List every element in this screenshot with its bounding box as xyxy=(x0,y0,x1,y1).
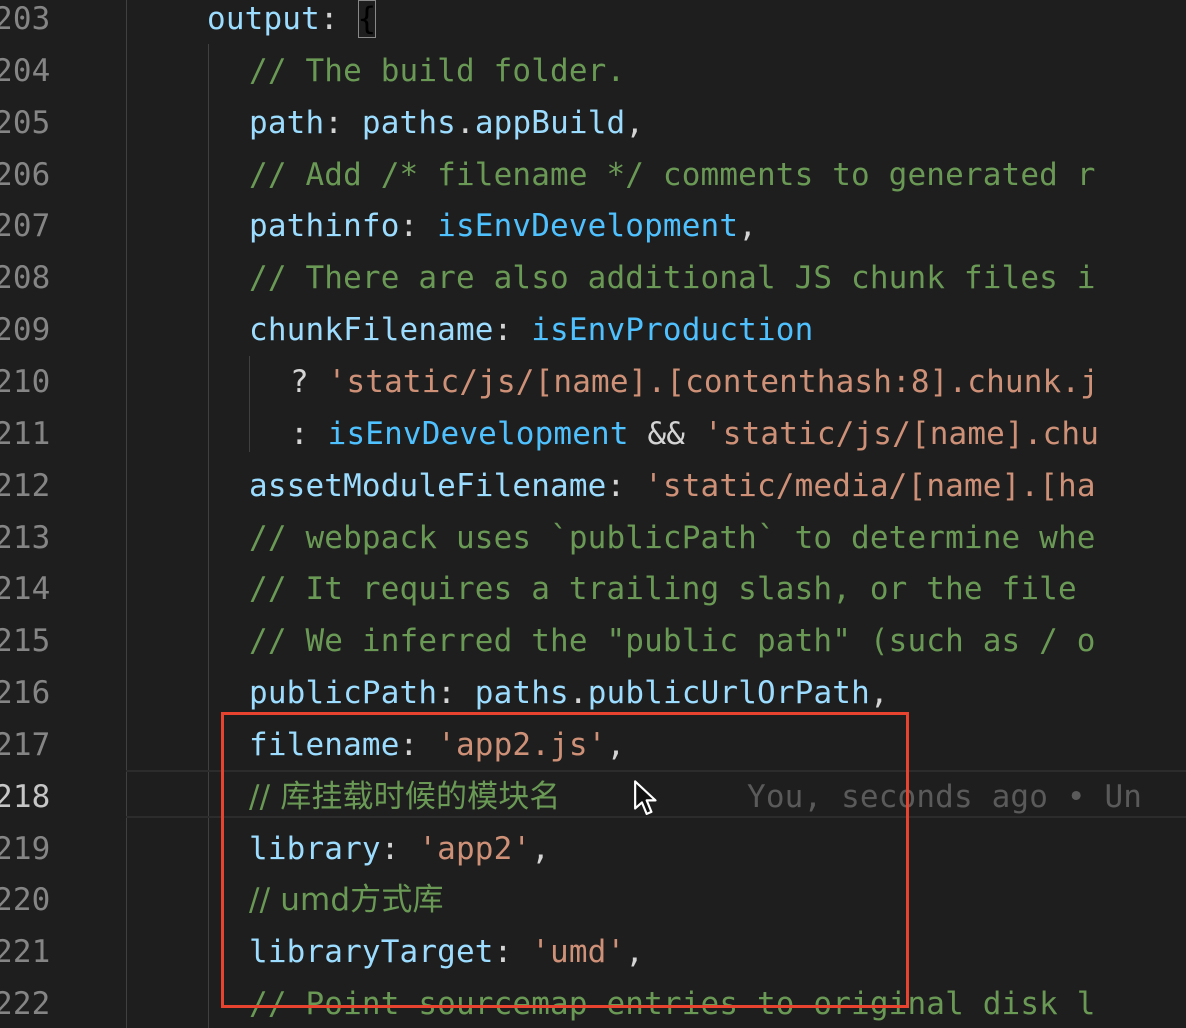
line-number: 215 xyxy=(0,623,51,660)
line-number: 203 xyxy=(0,1,51,37)
code-token: // We inferred the "public path" (such a… xyxy=(249,623,1096,660)
line-number: 207 xyxy=(0,208,51,245)
code-text[interactable]: // webpack uses `publicPath` to determin… xyxy=(249,519,1096,571)
code-text[interactable]: // There are also additional JS chunk fi… xyxy=(249,259,1096,311)
line-number: 210 xyxy=(0,363,51,400)
code-token: , xyxy=(869,675,889,712)
code-token: 'static/js/[name].[contenthash:8].chunk.… xyxy=(327,363,1099,400)
code-token: 'static/media/[name].[ha xyxy=(644,467,1096,504)
code-token: isEnvProduction xyxy=(531,312,814,349)
line-number: 211 xyxy=(0,415,51,452)
code-token: : xyxy=(319,1,358,37)
code-token: publicUrlOrPath xyxy=(587,675,870,712)
code-token: output xyxy=(207,1,320,37)
code-token: : xyxy=(324,104,362,141)
code-token: : xyxy=(437,675,475,712)
code-text[interactable]: // The build folder. xyxy=(249,52,625,104)
annotation-highlight-box xyxy=(221,712,909,1008)
code-text[interactable]: : isEnvDevelopment && 'static/js/[name].… xyxy=(290,415,1099,467)
line-number: 205 xyxy=(0,104,51,141)
line-number: 212 xyxy=(0,467,51,504)
line-number: 206 xyxy=(0,156,51,193)
code-token: assetModuleFilename xyxy=(249,467,607,504)
line-number: 217 xyxy=(0,726,51,763)
code-line[interactable]: 210? 'static/js/[name].[contenthash:8].c… xyxy=(0,363,1186,415)
line-number: 214 xyxy=(0,571,51,608)
code-token: : xyxy=(399,208,438,245)
code-editor[interactable]: 203 output: {204// The build folder. 205 pa… xyxy=(0,0,1186,1028)
code-text[interactable]: pathinfo: isEnvDevelopment, xyxy=(249,207,757,259)
code-text[interactable]: assetModuleFilename: 'static/media/[name… xyxy=(249,467,1096,519)
code-line[interactable]: 213 // webpack uses `publicPath` to deter… xyxy=(0,519,1186,571)
code-line[interactable]: 206 // Add /* filename */ comments to gen… xyxy=(0,156,1186,208)
code-token: . xyxy=(455,104,475,141)
code-token: , xyxy=(738,208,758,245)
code-token: // It requires a trailing slash, or the … xyxy=(249,571,1096,608)
code-text[interactable]: // It requires a trailing slash, or the … xyxy=(249,570,1096,622)
code-token: : xyxy=(606,467,645,504)
code-token: // There are also additional JS chunk fi… xyxy=(249,260,1096,297)
code-line[interactable]: 207 pathinfo: isEnvDevelopment, xyxy=(0,207,1186,259)
line-number: 208 xyxy=(0,260,51,297)
line-number: 204 xyxy=(0,52,51,89)
code-text[interactable]: output: { xyxy=(207,0,377,52)
code-token: . xyxy=(568,675,588,712)
code-text[interactable]: ? 'static/js/[name].[contenthash:8].chun… xyxy=(290,363,1099,415)
code-line[interactable]: 215 // We inferred the "public path" (suc… xyxy=(0,622,1186,674)
code-line[interactable]: 208 // There are also additional JS chunk… xyxy=(0,259,1186,311)
code-token: isEnvDevelopment xyxy=(327,415,629,452)
line-number: 213 xyxy=(0,519,51,556)
code-token: , xyxy=(625,104,645,141)
line-number: 216 xyxy=(0,675,51,712)
code-token: isEnvDevelopment xyxy=(437,208,739,245)
line-number: 218 xyxy=(0,778,51,815)
code-token: path xyxy=(249,104,325,141)
code-token: chunkFilename xyxy=(249,312,494,349)
code-line[interactable]: 212 assetModuleFilename: 'static/media/[n… xyxy=(0,467,1186,519)
mouse-cursor-icon xyxy=(634,780,657,816)
code-text[interactable]: // We inferred the "public path" (such a… xyxy=(249,622,1096,674)
code-token: paths xyxy=(361,104,456,141)
line-number: 221 xyxy=(0,934,51,971)
code-token: : xyxy=(493,312,532,349)
line-number: 219 xyxy=(0,830,51,867)
code-token: ? xyxy=(290,363,328,400)
code-token: pathinfo xyxy=(249,208,400,245)
code-token: publicPath xyxy=(249,675,438,712)
code-token: : xyxy=(290,415,328,452)
code-text[interactable]: path: paths.appBuild, xyxy=(249,104,644,156)
matched-bracket: { xyxy=(357,0,377,38)
code-token: paths xyxy=(474,675,569,712)
line-number: 222 xyxy=(0,986,51,1023)
code-token: // webpack uses `publicPath` to determin… xyxy=(249,519,1096,556)
code-text[interactable]: chunkFilename: isEnvProduction xyxy=(249,311,813,363)
code-text[interactable]: // Add /* filename */ comments to genera… xyxy=(249,156,1096,208)
code-line[interactable]: 214 // It requires a trailing slash, or t… xyxy=(0,570,1186,622)
code-token: && xyxy=(628,415,704,452)
code-line[interactable]: 211: isEnvDevelopment && 'static/js/[nam… xyxy=(0,415,1186,467)
code-line[interactable]: 204 // The build folder. xyxy=(0,52,1186,104)
line-number: 220 xyxy=(0,882,51,919)
line-number: 209 xyxy=(0,312,51,349)
code-line[interactable]: 209 chunkFilename: isEnvProduction xyxy=(0,311,1186,363)
code-line[interactable]: 205 path: paths.appBuild, xyxy=(0,104,1186,156)
code-token: // Add /* filename */ comments to genera… xyxy=(249,156,1096,193)
code-token: 'static/js/[name].chu xyxy=(703,415,1100,452)
code-line[interactable]: 203 output: { xyxy=(0,0,1186,52)
code-token: appBuild xyxy=(474,104,626,141)
code-token: // The build folder. xyxy=(249,52,626,89)
